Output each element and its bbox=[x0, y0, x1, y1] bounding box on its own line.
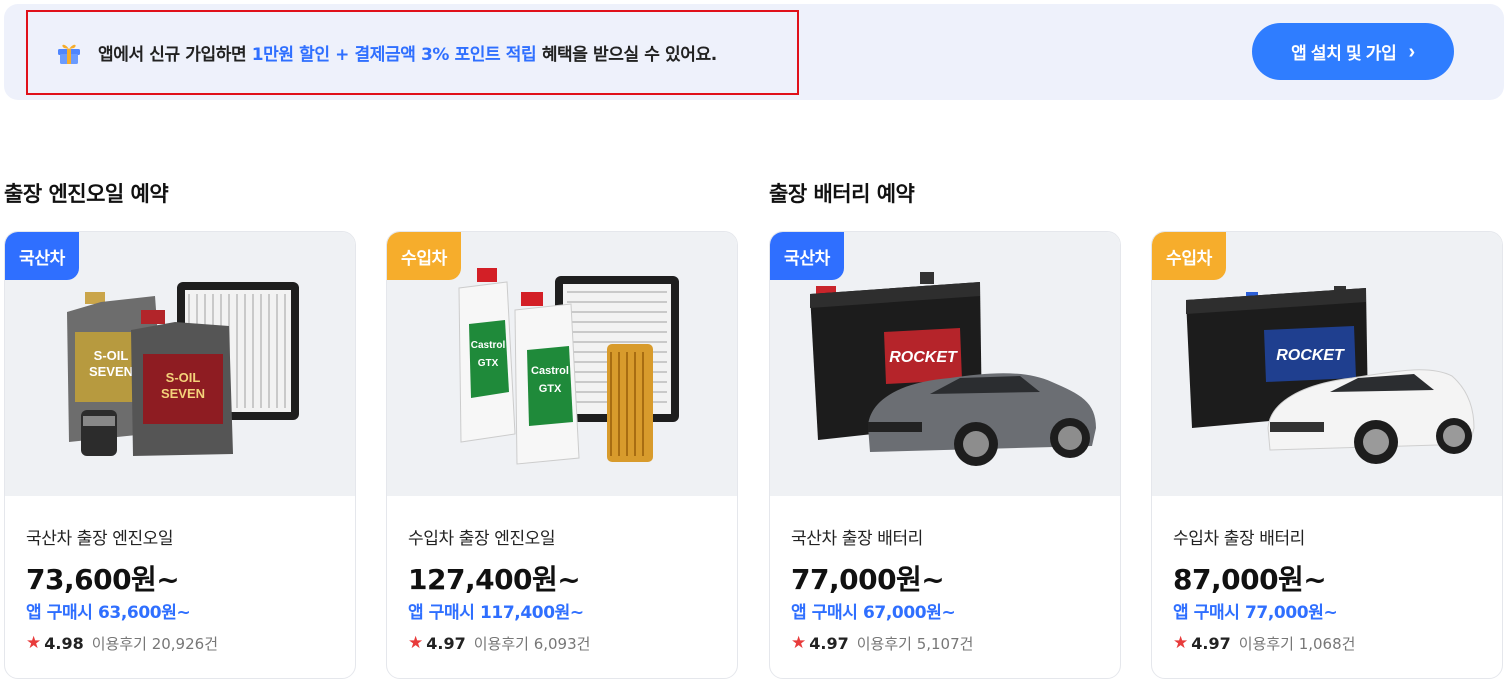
promo-text: 앱에서 신규 가입하면 1만원 할인 + 결제금액 3% 포인트 적립 혜택을 … bbox=[98, 45, 717, 65]
review-count: 이용후기 6,093건 bbox=[473, 634, 591, 653]
product-image-battery-domestic: ROCKET 국산차 bbox=[770, 232, 1120, 496]
promo-highlight: 1만원 할인 + 결제금액 3% 포인트 적립 bbox=[251, 45, 537, 65]
star-icon: ★ bbox=[26, 633, 42, 653]
star-icon: ★ bbox=[1173, 633, 1189, 653]
product-name: 국산차 출장 배터리 bbox=[791, 529, 923, 549]
product-card-import-battery[interactable]: ROCKET 수입차 수입차 출장 배터리 87,000원~ 앱 구매시 77,… bbox=[1151, 231, 1503, 679]
review-count: 이용후기 5,107건 bbox=[856, 634, 974, 653]
chevron-right-icon: › bbox=[1408, 40, 1415, 63]
battery-brand-rocket-text: ROCKET bbox=[889, 349, 958, 366]
oil-brand-seven-text: SEVEN bbox=[89, 364, 133, 379]
product-image-engine-oil-domestic: S-OIL SEVEN S-OIL SEVEN 국산차 bbox=[5, 232, 355, 496]
product-price: 87,000원~ bbox=[1173, 563, 1327, 596]
install-signup-button[interactable]: 앱 설치 및 가입 › bbox=[1252, 23, 1454, 80]
oil-brand-castrol-text: Castrol bbox=[531, 365, 569, 377]
product-card-domestic-battery[interactable]: ROCKET 국산차 국산차 출장 배터리 77,000원~ 앱 구매시 67,… bbox=[769, 231, 1121, 679]
rating-score: 4.98 bbox=[44, 633, 84, 653]
review-count: 이용후기 1,068건 bbox=[1238, 634, 1356, 653]
rating-row: ★ 4.97 이용후기 5,107건 bbox=[791, 632, 1120, 654]
oil-brand-s-oil-text: S-OIL bbox=[94, 348, 129, 363]
star-icon: ★ bbox=[408, 633, 424, 653]
app-price: 앱 구매시 63,600원~ bbox=[26, 603, 191, 623]
badge-import: 수입차 bbox=[387, 232, 462, 280]
product-name: 수입차 출장 배터리 bbox=[1173, 529, 1305, 549]
oil-brand-gtx-text: GTX bbox=[478, 358, 499, 369]
gift-icon bbox=[58, 44, 80, 64]
product-card-domestic-engine-oil[interactable]: S-OIL SEVEN S-OIL SEVEN 국산차 국산차 출장 엔진오일 … bbox=[4, 231, 356, 679]
promo-message-box: 앱에서 신규 가입하면 1만원 할인 + 결제금액 3% 포인트 적립 혜택을 … bbox=[26, 10, 799, 95]
app-price: 앱 구매시 77,000원~ bbox=[1173, 603, 1338, 623]
oil-brand-gtx-text: GTX bbox=[539, 383, 562, 395]
review-count: 이용후기 20,926건 bbox=[91, 634, 218, 653]
product-price: 77,000원~ bbox=[791, 563, 945, 596]
product-price: 73,600원~ bbox=[26, 563, 180, 596]
rating-score: 4.97 bbox=[1191, 633, 1231, 653]
app-price: 앱 구매시 67,000원~ bbox=[791, 603, 956, 623]
badge-import: 수입차 bbox=[1152, 232, 1227, 280]
product-name: 수입차 출장 엔진오일 bbox=[408, 529, 556, 549]
section-title-battery: 출장 배터리 예약 bbox=[769, 182, 915, 206]
badge-domestic: 국산차 bbox=[770, 232, 845, 280]
oil-brand-seven-text: SEVEN bbox=[161, 386, 205, 401]
product-card-import-engine-oil[interactable]: Castrol GTX Castrol GTX 수입차 수입차 출장 엔진오일 … bbox=[386, 231, 738, 679]
rating-row: ★ 4.97 이용후기 6,093건 bbox=[408, 632, 737, 654]
battery-brand-rocket-text: ROCKET bbox=[1276, 347, 1345, 364]
rating-row: ★ 4.97 이용후기 1,068건 bbox=[1173, 632, 1502, 654]
install-signup-label: 앱 설치 및 가입 bbox=[1291, 44, 1397, 63]
product-price: 127,400원~ bbox=[408, 563, 581, 596]
product-image-battery-import: ROCKET 수입차 bbox=[1152, 232, 1502, 496]
star-icon: ★ bbox=[791, 633, 807, 653]
section-title-engine-oil: 출장 엔진오일 예약 bbox=[4, 182, 169, 206]
rating-score: 4.97 bbox=[809, 633, 849, 653]
badge-domestic: 국산차 bbox=[5, 232, 80, 280]
oil-brand-s-oil-text: S-OIL bbox=[166, 370, 201, 385]
product-image-engine-oil-import: Castrol GTX Castrol GTX 수입차 bbox=[387, 232, 737, 496]
app-price: 앱 구매시 117,400원~ bbox=[408, 603, 584, 623]
rating-row: ★ 4.98 이용후기 20,926건 bbox=[26, 632, 355, 654]
product-name: 국산차 출장 엔진오일 bbox=[26, 529, 174, 549]
rating-score: 4.97 bbox=[426, 633, 466, 653]
oil-brand-castrol-text: Castrol bbox=[471, 340, 506, 351]
